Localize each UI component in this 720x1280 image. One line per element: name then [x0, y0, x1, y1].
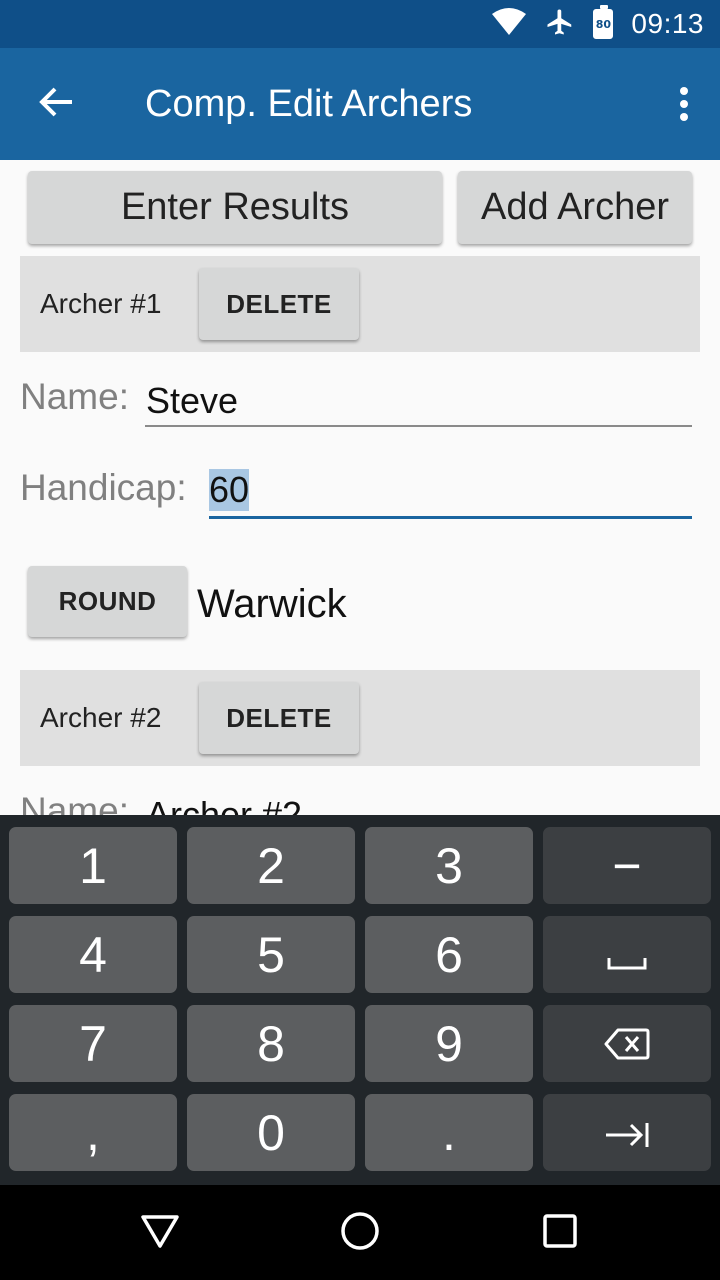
numeric-keyboard: 1 2 3 − 4 5 6 7 8 9 , 0 .	[0, 815, 720, 1185]
archer-header: Archer #1 DELETE	[20, 256, 700, 352]
delete-archer-button[interactable]: DELETE	[199, 268, 359, 340]
app-bar: Comp. Edit Archers	[0, 48, 720, 160]
key-2[interactable]: 2	[187, 827, 355, 904]
key-8[interactable]: 8	[187, 1005, 355, 1082]
archer-label: Archer #2	[40, 702, 162, 733]
overflow-menu-button[interactable]	[668, 84, 700, 124]
nav-home-button[interactable]	[320, 1205, 400, 1261]
key-4[interactable]: 4	[9, 916, 177, 993]
battery-icon: 80	[593, 5, 614, 39]
round-name: Warwick	[197, 582, 347, 626]
name-input[interactable]: Steve	[146, 380, 238, 422]
space-bar-icon	[607, 926, 647, 984]
delete-archer-button[interactable]: DELETE	[199, 682, 359, 754]
add-archer-button[interactable]: Add Archer	[458, 171, 692, 244]
airplane-mode-icon	[545, 7, 575, 42]
name-label: Name:	[20, 376, 129, 417]
tab-next-icon	[603, 1104, 651, 1162]
key-7[interactable]: 7	[9, 1005, 177, 1082]
nav-back-button[interactable]	[120, 1205, 200, 1261]
archer-label: Archer #1	[40, 288, 162, 319]
clock: 09:13	[631, 8, 704, 39]
archer-header: Archer #2 DELETE	[20, 670, 700, 766]
key-period[interactable]: .	[365, 1094, 533, 1171]
back-button[interactable]	[24, 76, 88, 132]
key-tab[interactable]	[543, 1094, 711, 1171]
backspace-icon	[604, 1015, 650, 1073]
circle-home-icon	[340, 1211, 380, 1256]
key-5[interactable]: 5	[187, 916, 355, 993]
key-backspace[interactable]	[543, 1005, 711, 1082]
key-minus[interactable]: −	[543, 827, 711, 904]
nav-recents-button[interactable]	[520, 1205, 600, 1261]
round-button[interactable]: ROUND	[28, 566, 187, 637]
key-0[interactable]: 0	[187, 1094, 355, 1171]
key-1[interactable]: 1	[9, 827, 177, 904]
screen: 80 09:13 Comp. Edit Archers Enter Result…	[0, 0, 720, 1280]
key-space[interactable]	[543, 916, 711, 993]
square-recents-icon	[542, 1213, 578, 1254]
overflow-menu-icon	[680, 87, 688, 95]
system-navigation-bar	[0, 1185, 720, 1280]
page-title: Comp. Edit Archers	[145, 83, 473, 125]
key-3[interactable]: 3	[365, 827, 533, 904]
key-9[interactable]: 9	[365, 1005, 533, 1082]
wifi-icon	[491, 7, 527, 41]
name-input-underline	[145, 425, 692, 427]
key-6[interactable]: 6	[365, 916, 533, 993]
handicap-input-underline	[209, 516, 692, 519]
enter-results-button[interactable]: Enter Results	[28, 171, 442, 244]
arrow-back-icon	[38, 86, 74, 123]
handicap-input[interactable]: 60	[209, 469, 250, 511]
handicap-label: Handicap:	[20, 467, 187, 508]
triangle-back-icon	[140, 1213, 180, 1254]
key-comma[interactable]: ,	[9, 1094, 177, 1171]
status-bar: 80 09:13	[0, 0, 720, 48]
battery-level: 80	[595, 17, 612, 31]
